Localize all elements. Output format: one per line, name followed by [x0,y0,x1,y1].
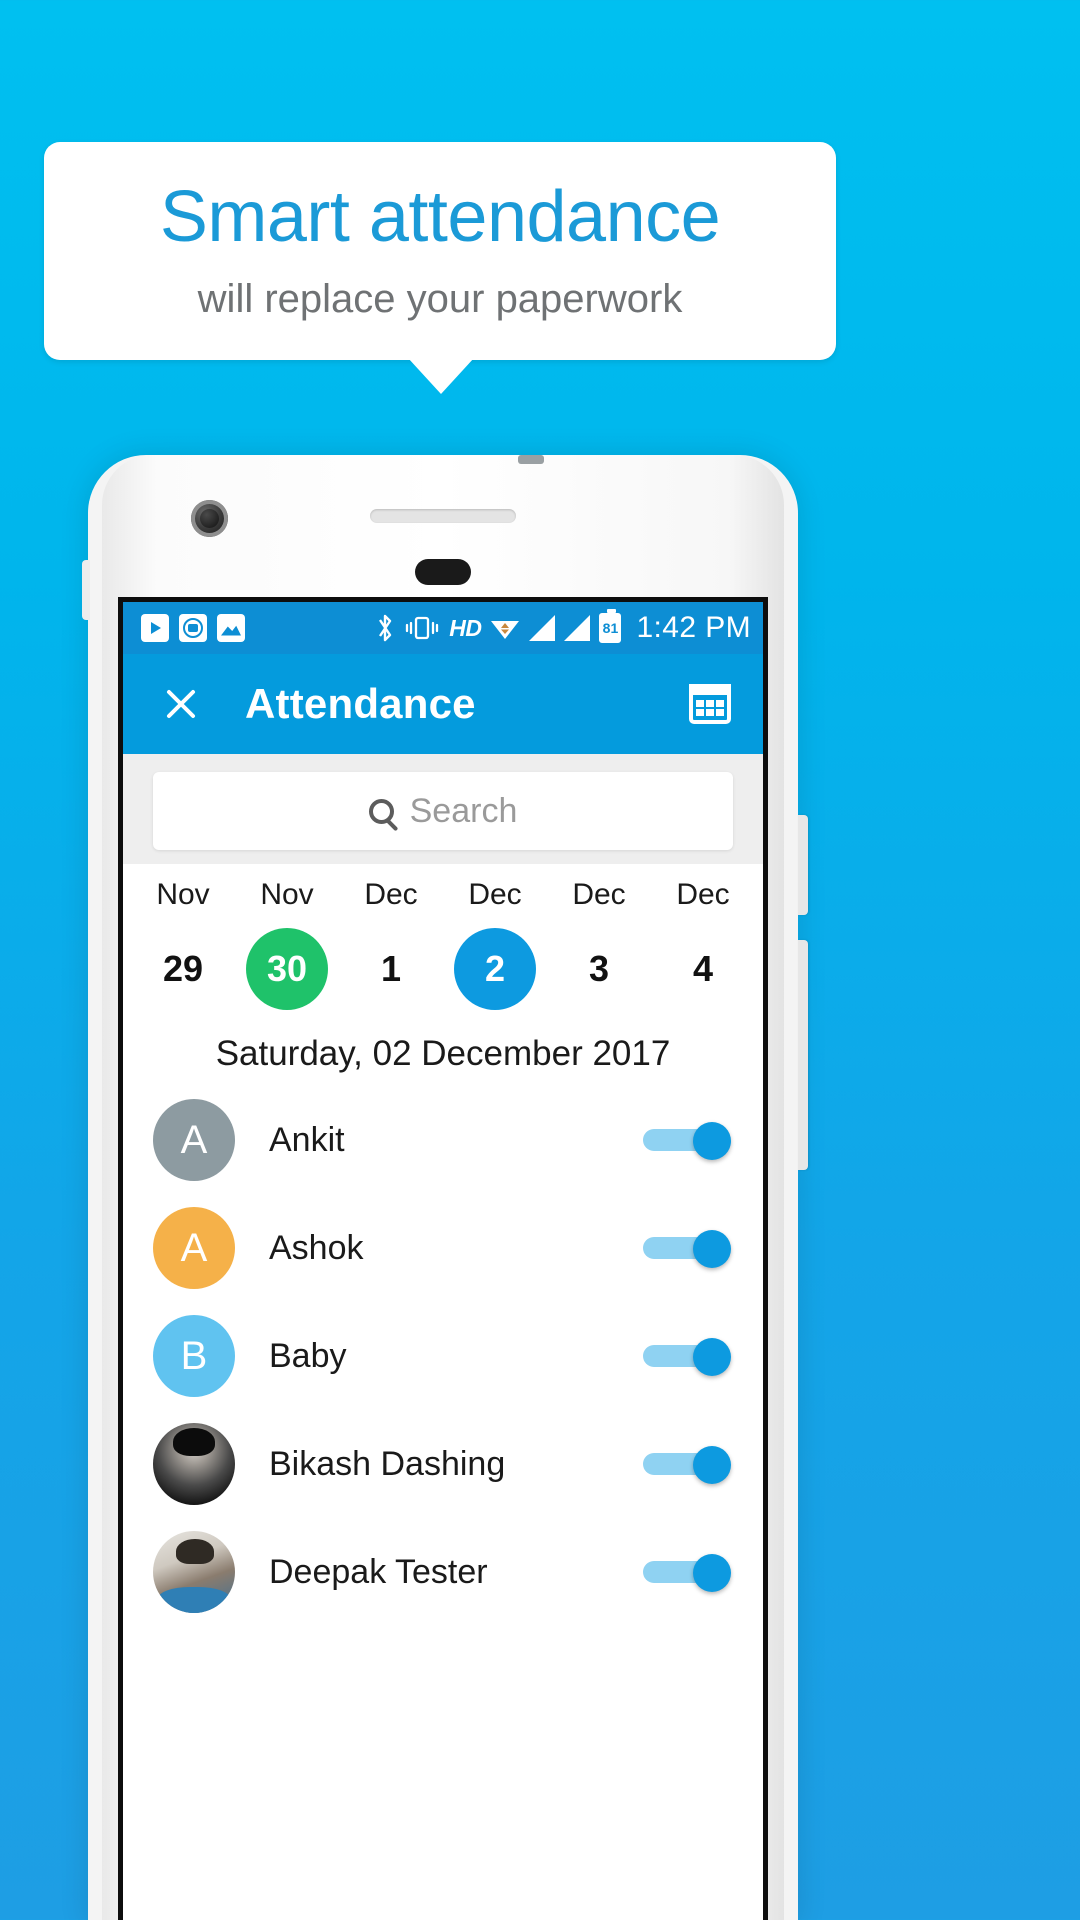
date-month-label: Nov [260,878,314,911]
list-item[interactable]: Deepak Tester [123,1518,763,1626]
youtube-play-icon [141,614,169,642]
avatar [153,1423,235,1505]
app-bar: Attendance [123,654,763,754]
attendance-toggle[interactable] [641,1554,731,1592]
promo-title: Smart attendance [159,176,721,257]
date-month-label: Dec [468,878,522,911]
search-input[interactable]: Search [153,772,733,850]
date-cell-1[interactable]: Nov 30 [235,878,339,1010]
date-month-label: Dec [364,878,418,911]
list-item-label: Deepak Tester [269,1552,488,1591]
front-camera-lens-icon [200,509,219,528]
list-item[interactable]: B Baby [123,1302,763,1410]
battery-icon: 81 [599,609,622,643]
bluetooth-icon [379,614,392,642]
date-cell-2[interactable]: Dec 1 [339,878,443,1010]
date-day-number: 3 [588,948,610,989]
date-day-number: 1 [380,948,402,989]
promo-banner-tail [408,358,474,394]
close-icon[interactable] [161,684,201,724]
list-item[interactable]: A Ankit [123,1086,763,1194]
date-day-number-today: 30 [246,928,328,1010]
selected-date-heading: Saturday, 02 December 2017 [123,1016,763,1086]
avatar: B [153,1315,235,1397]
date-month-label: Dec [572,878,626,911]
date-month-label: Dec [676,878,730,911]
signal-sim2-icon [564,615,591,641]
calendar-icon[interactable] [689,684,731,724]
page-title: Attendance [245,680,476,727]
date-day-number: 29 [162,948,204,989]
list-item-label: Baby [269,1336,347,1375]
search-icon [368,798,394,824]
avatar [153,1531,235,1613]
phone-side-left [82,560,90,620]
volume-up-button[interactable] [798,815,808,915]
wifi-icon [491,621,520,639]
promo-banner: Smart attendance will replace your paper… [44,142,836,360]
attendance-list: A Ankit A Ashok B Baby Bikash Dashing De… [123,1086,763,1626]
signal-sim1-icon [529,615,556,641]
avatar: A [153,1207,235,1289]
date-month-label: Nov [156,878,210,911]
date-strip[interactable]: Nov 29 Nov 30 Dec 1 Dec 2 Dec 3 Dec 4 [123,864,763,1016]
avatar: A [153,1099,235,1181]
list-item-label: Ankit [269,1120,345,1159]
attendance-toggle[interactable] [641,1122,731,1160]
volume-down-button[interactable] [798,940,808,1170]
attendance-toggle[interactable] [641,1230,731,1268]
date-cell-4[interactable]: Dec 3 [547,878,651,1010]
date-day-number-selected: 2 [454,928,536,1010]
list-item[interactable]: A Ashok [123,1194,763,1302]
mi-camera-icon [179,614,207,642]
phone-earpiece-sensor [518,455,544,464]
date-cell-3[interactable]: Dec 2 [443,878,547,1010]
list-item-label: Bikash Dashing [269,1444,506,1483]
status-bar-notifications [141,614,245,642]
attendance-toggle[interactable] [641,1338,731,1376]
vibrate-icon [406,616,439,640]
date-cell-0[interactable]: Nov 29 [131,878,235,1010]
attendance-toggle[interactable] [641,1446,731,1484]
list-item-label: Ashok [269,1228,364,1267]
gallery-picture-icon [217,614,245,642]
home-button[interactable] [415,559,471,585]
phone-speaker [370,509,516,523]
status-bar-clock: 1:42 PM [636,611,751,644]
phone-screen: HD 81 1:42 PM Attendance Search Nov 29 N… [118,597,768,1920]
list-item[interactable]: Bikash Dashing [123,1410,763,1518]
date-cell-5[interactable]: Dec 4 [651,878,755,1010]
status-bar: HD 81 1:42 PM [123,602,763,654]
status-bar-system-icons: HD 81 1:42 PM [375,609,751,645]
promo-subtitle: will replace your paperwork [197,277,683,322]
search-placeholder: Search [409,791,518,830]
date-day-number: 4 [692,948,714,989]
search-area: Search [123,754,763,864]
hd-icon: HD [449,614,482,641]
